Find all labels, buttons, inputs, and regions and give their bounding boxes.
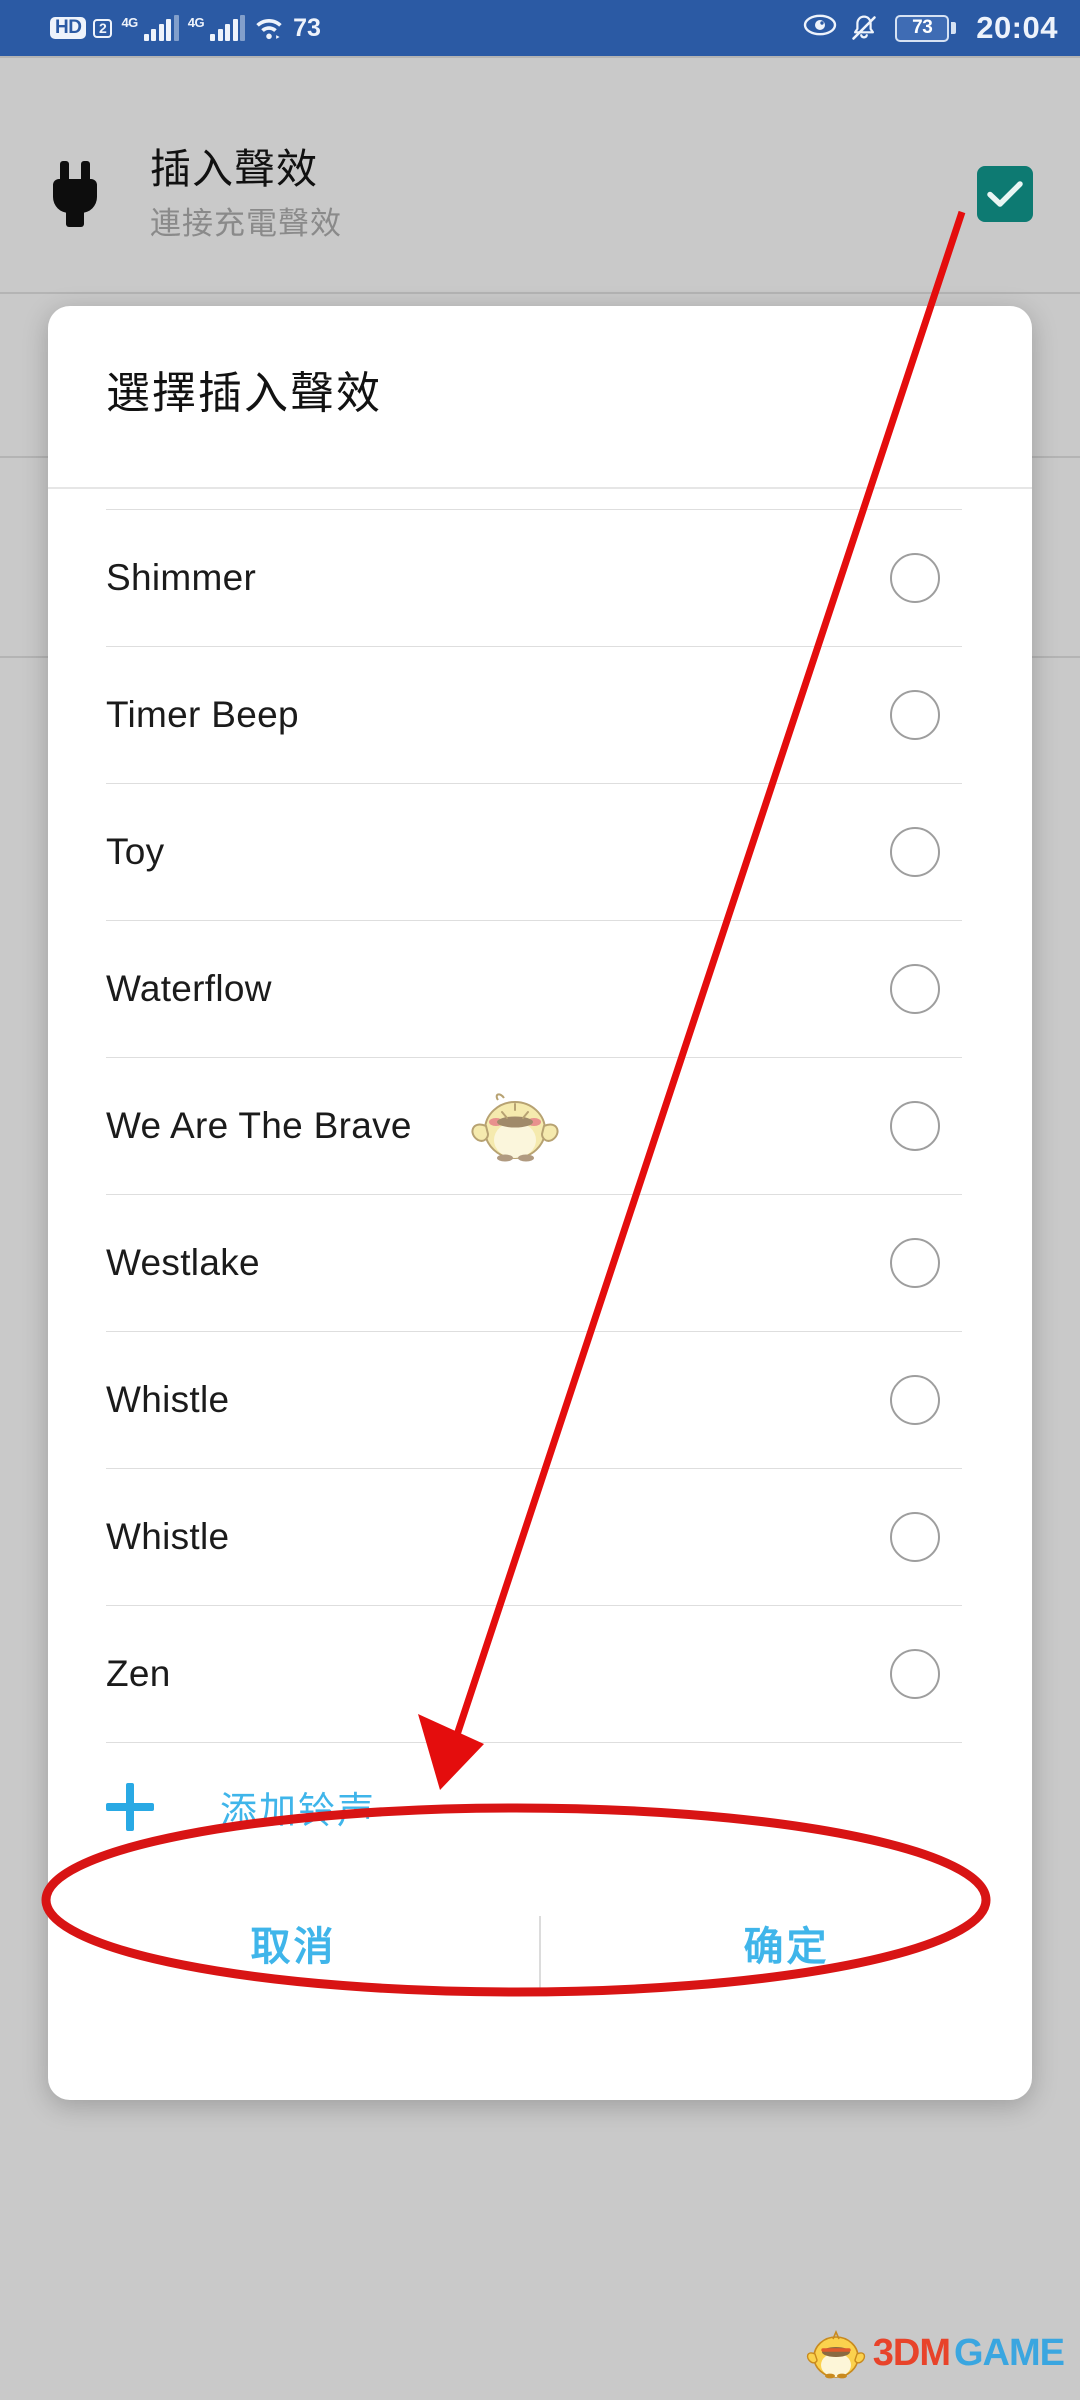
sound-list-item[interactable]: We Are The Brave [48, 1058, 1032, 1194]
sound-item-label: Whistle [106, 1378, 230, 1420]
bg-divider [0, 292, 1080, 294]
power-plug-icon [0, 161, 150, 227]
setting-checkbox-wrap[interactable] [930, 166, 1080, 222]
network-type-label-1: 4G [121, 15, 138, 30]
sound-list-item[interactable]: Whistle [48, 1332, 1032, 1468]
plus-icon [106, 1782, 154, 1831]
dialog-title: 選擇插入聲效 [106, 369, 382, 418]
sound-item-label: We Are The Brave [106, 1104, 412, 1146]
sound-list-item[interactable]: Toy [48, 784, 1032, 920]
sound-item-radio[interactable] [890, 1237, 940, 1288]
sound-item-label: Waterflow [106, 967, 272, 1009]
sound-item-radio[interactable] [890, 1511, 940, 1562]
dialog-title-divider [48, 486, 1032, 489]
sound-list-item[interactable]: Whistle [48, 1469, 1032, 1605]
add-ringtone-label: 添加铃声 [220, 1789, 376, 1831]
signal-bars-icon-2 [210, 15, 246, 41]
setting-row-text: 插入聲效 連接充電聲效 [150, 144, 930, 245]
sound-item-label: Westlake [106, 1241, 260, 1283]
sound-list-item[interactable]: Zen [48, 1606, 1032, 1742]
network-type-label-2: 4G [187, 15, 205, 30]
bell-muted-icon [849, 13, 879, 43]
add-ringtone-row[interactable]: 添加铃声 [48, 1743, 1032, 1871]
sound-list-item[interactable]: Timer Beep [48, 647, 1032, 783]
signal-bars-icon-1 [143, 15, 179, 41]
status-bar-right: 73 20:04 [803, 10, 1058, 46]
signal-indicator-sim2: 4G [187, 15, 246, 41]
sound-list-item[interactable]: Waterflow [48, 921, 1032, 1057]
sound-item-label: Zen [106, 1652, 171, 1694]
clock-label: 20:04 [976, 10, 1058, 45]
select-sound-dialog: 選擇插入聲效 Shimmer Timer Beep Toy Waterflow We A… [48, 306, 1032, 2100]
sound-item-label: Shimmer [106, 556, 257, 598]
eye-icon [803, 13, 837, 43]
watermark: 3DM GAME [803, 2324, 1065, 2382]
battery-cap [951, 22, 957, 34]
setting-subtitle: 連接充電聲效 [150, 205, 342, 241]
watermark-text-game: GAME [954, 2332, 1065, 2374]
sound-item-radio[interactable] [890, 1100, 940, 1151]
setting-title: 插入聲效 [150, 145, 318, 192]
sound-item-label: Toy [106, 830, 165, 872]
sound-item-label: Whistle [106, 1515, 230, 1557]
sound-item-radio[interactable] [890, 1648, 940, 1699]
setting-row-insert-sound[interactable]: 插入聲效 連接充電聲效 [0, 96, 1080, 292]
hd-badge: HD [50, 17, 87, 39]
sound-item-radio[interactable] [890, 1374, 940, 1425]
sound-item-radio[interactable] [890, 826, 940, 877]
sound-list-item[interactable]: Shimmer [48, 510, 1032, 646]
confirm-button[interactable]: 确定 [541, 1914, 1032, 1972]
sound-list[interactable]: Shimmer Timer Beep Toy Waterflow We Are The … [48, 508, 1032, 1743]
chick-logo-icon [806, 2329, 865, 2379]
sound-item-radio[interactable] [890, 689, 940, 740]
checkbox-checked[interactable] [977, 166, 1033, 222]
watermark-text-3dm: 3DM [872, 2332, 951, 2374]
dialog-footer: 取消 确定 [48, 1870, 1032, 2100]
battery-indicator: 73 [895, 14, 957, 42]
status-bar: HD 2 4G 4G 73 73 20:04 [0, 0, 1080, 56]
bg-divider [0, 56, 1080, 58]
sim-index-badge: 2 [93, 18, 113, 38]
chick-sticker-icon [460, 1076, 570, 1176]
sound-item-label: Timer Beep [106, 693, 299, 735]
status-bar-left: HD 2 4G 4G 73 [22, 14, 321, 43]
wifi-icon [254, 15, 284, 41]
sound-item-radio[interactable] [890, 552, 940, 603]
cancel-button[interactable]: 取消 [48, 1914, 539, 1972]
sound-item-radio[interactable] [890, 963, 940, 1014]
signal-indicator-sim1: 4G [121, 15, 179, 41]
wifi-signal-value: 73 [293, 13, 321, 42]
sound-list-item[interactable]: Westlake [48, 1195, 1032, 1331]
battery-percent-label: 73 [912, 17, 933, 38]
